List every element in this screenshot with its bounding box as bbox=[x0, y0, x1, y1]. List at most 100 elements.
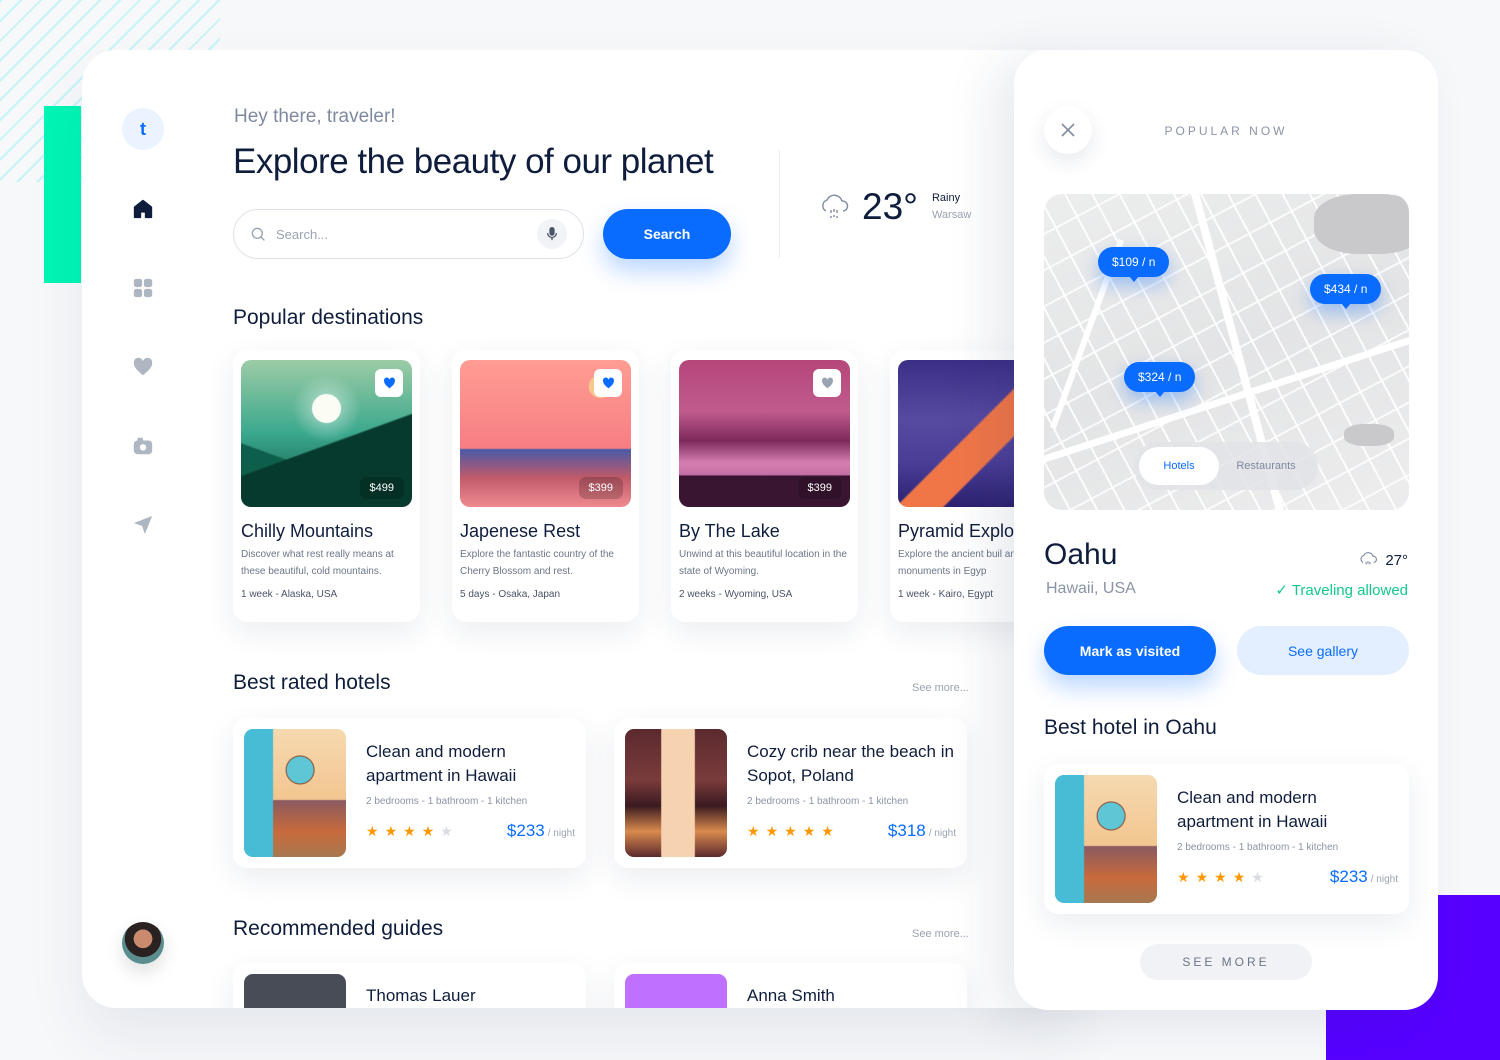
main-dashboard: t Hey there, traveler! Explore the beaut… bbox=[82, 50, 1082, 1008]
grid-icon bbox=[133, 278, 153, 298]
see-more-button[interactable]: SEE MORE bbox=[1140, 944, 1312, 980]
destination-card[interactable]: $399 Japenese Rest Explore the fantastic… bbox=[452, 350, 639, 622]
destination-image: $399 bbox=[679, 360, 850, 507]
price-unit: / night bbox=[928, 828, 956, 839]
guide-photo bbox=[625, 974, 727, 1008]
rain-cloud-icon bbox=[822, 194, 849, 218]
map-water bbox=[1344, 424, 1394, 446]
price-badge: $399 bbox=[797, 477, 842, 499]
guide-name: Thomas Lauer bbox=[366, 986, 476, 1005]
weather-condition: Rainy bbox=[931, 192, 961, 204]
section-title-best-hotel: Best hotel in Oahu bbox=[1044, 716, 1217, 739]
destination-image: $499 bbox=[241, 360, 412, 507]
guides-list: Thomas Lauer Anna Smith bbox=[233, 963, 967, 1008]
favorite-button[interactable] bbox=[594, 369, 622, 397]
favorite-button[interactable] bbox=[375, 369, 403, 397]
star-icon: ★ bbox=[440, 823, 453, 839]
map-price-pin[interactable]: $434 / n bbox=[1310, 274, 1382, 309]
place-name: Oahu bbox=[1044, 538, 1118, 571]
heart-icon bbox=[821, 377, 833, 389]
section-title-recommended-guides: Recommended guides bbox=[233, 917, 444, 940]
see-more-hotels-link[interactable]: See more... bbox=[912, 682, 969, 694]
travel-status: ✓ Traveling allowed bbox=[1275, 581, 1408, 599]
guide-card[interactable]: Anna Smith bbox=[614, 963, 967, 1008]
price-badge: $399 bbox=[578, 477, 623, 499]
see-more-guides-link[interactable]: See more... bbox=[912, 928, 969, 940]
send-icon bbox=[133, 515, 153, 535]
sidebar-item-favorites[interactable] bbox=[122, 346, 164, 388]
star-icon: ★ bbox=[1251, 869, 1264, 885]
star-icon: ★ bbox=[1195, 869, 1209, 885]
user-avatar[interactable] bbox=[122, 922, 164, 964]
toggle-hotels[interactable]: Hotels bbox=[1139, 447, 1219, 485]
guide-photo bbox=[244, 974, 346, 1008]
search-field[interactable] bbox=[233, 209, 584, 259]
price-badge: $499 bbox=[359, 477, 404, 499]
price-unit: / night bbox=[1370, 874, 1398, 885]
heart-icon bbox=[383, 377, 395, 389]
home-icon bbox=[133, 199, 153, 219]
map-price-pin[interactable]: $109 / n bbox=[1098, 247, 1170, 282]
hotel-image bbox=[625, 729, 727, 857]
header-divider bbox=[779, 150, 780, 258]
destination-card[interactable]: $399 By The Lake Unwind at this beautifu… bbox=[671, 350, 858, 622]
sidebar-item-grid[interactable] bbox=[122, 267, 164, 309]
hotel-features: 2 bedrooms - 1 bathroom - 1 kitchen bbox=[747, 796, 909, 807]
toggle-restaurants[interactable]: Restaurants bbox=[1219, 447, 1313, 485]
destination-title: Japenese Rest bbox=[460, 521, 581, 541]
star-icon: ★ bbox=[403, 823, 416, 839]
microphone-icon bbox=[546, 227, 558, 241]
place-location: Hawaii, USA bbox=[1046, 580, 1136, 597]
panel-title: POPULAR NOW bbox=[1164, 124, 1288, 138]
sidebar-item-photos[interactable] bbox=[122, 425, 164, 467]
price-unit: / night bbox=[547, 828, 575, 839]
search-button[interactable]: Search bbox=[603, 209, 731, 259]
favorite-button[interactable] bbox=[813, 369, 841, 397]
sidebar-item-home[interactable] bbox=[122, 188, 164, 230]
hotel-image bbox=[244, 729, 346, 857]
voice-search-button[interactable] bbox=[537, 219, 567, 249]
sidebar: t bbox=[122, 108, 164, 535]
hotel-card[interactable]: Clean and modern apartment in Hawaii 2 b… bbox=[233, 718, 586, 868]
search-input[interactable] bbox=[276, 226, 537, 242]
map-price-pin[interactable]: $324 / n bbox=[1124, 362, 1196, 397]
hotels-list: Clean and modern apartment in Hawaii 2 b… bbox=[233, 718, 967, 868]
destination-meta: 5 days - Osaka, Japan bbox=[460, 589, 561, 600]
brand-logo[interactable]: t bbox=[122, 108, 164, 150]
hotel-image bbox=[1055, 775, 1157, 903]
hotel-title: Clean and modern apartment in Hawaii bbox=[366, 742, 517, 785]
camera-icon bbox=[133, 437, 153, 455]
destination-card[interactable]: $499 Chilly Mountains Discover what rest… bbox=[233, 350, 420, 622]
see-gallery-button[interactable]: See gallery bbox=[1237, 626, 1409, 675]
destinations-list: $499 Chilly Mountains Discover what rest… bbox=[233, 350, 1077, 622]
weather-widget: 23° Rainy Warsaw bbox=[818, 186, 971, 228]
search-icon bbox=[251, 227, 265, 241]
destination-image: $399 bbox=[460, 360, 631, 507]
star-icon: ★ bbox=[384, 823, 398, 839]
heart-icon bbox=[133, 357, 153, 376]
star-icon: ★ bbox=[1214, 869, 1227, 885]
hotel-price: $233 bbox=[1329, 867, 1368, 886]
place-temperature: 27° bbox=[1385, 551, 1408, 569]
hotel-price: $318 bbox=[887, 821, 926, 840]
hotel-card[interactable]: Cozy crib near the beach in Sopot, Polan… bbox=[614, 718, 967, 868]
star-icon: ★ bbox=[366, 823, 379, 839]
destination-title: Chilly Mountains bbox=[241, 521, 374, 541]
guide-card[interactable]: Thomas Lauer bbox=[233, 963, 586, 1008]
mark-as-visited-button[interactable]: Mark as visited bbox=[1044, 626, 1216, 675]
star-icon: ★ bbox=[802, 823, 816, 839]
star-icon: ★ bbox=[1232, 869, 1246, 885]
sidebar-item-send[interactable] bbox=[122, 504, 164, 546]
heart-icon bbox=[602, 377, 614, 389]
place-weather: 27° bbox=[1358, 550, 1408, 570]
page-title: Explore the beauty of our planet bbox=[233, 142, 714, 181]
star-icon: ★ bbox=[747, 823, 760, 839]
weather-temperature: 23° bbox=[862, 186, 918, 227]
weather-location: Warsaw bbox=[931, 209, 972, 221]
star-rating: ★ ★ ★ ★ ★ bbox=[366, 824, 453, 838]
map[interactable]: $109 / n $434 / n $324 / n Hotels Restau… bbox=[1044, 194, 1409, 510]
hotel-features: 2 bedrooms - 1 bathroom - 1 kitchen bbox=[366, 796, 528, 807]
destination-description: Explore the fantastic country of the Che… bbox=[460, 549, 614, 577]
section-title-popular-destinations: Popular destinations bbox=[233, 306, 424, 329]
hotel-card[interactable]: Clean and modern apartment in Hawaii 2 b… bbox=[1044, 764, 1409, 914]
